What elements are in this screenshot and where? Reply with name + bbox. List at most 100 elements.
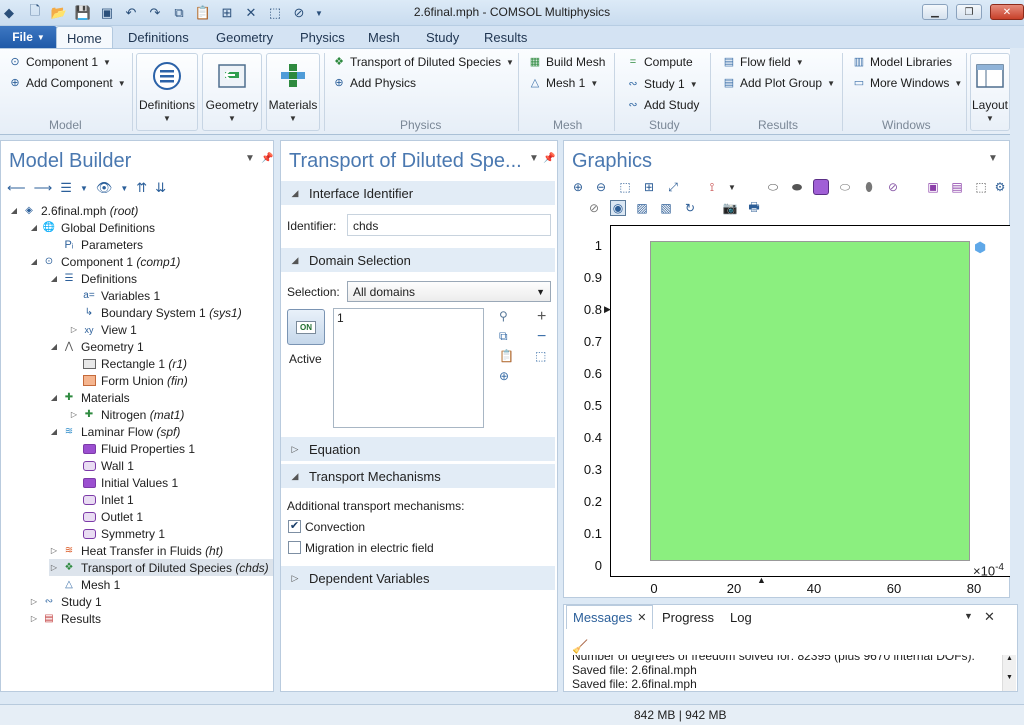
tree-node-global-definitions[interactable]: ◢ 🌐 Global Definitions: [29, 219, 155, 236]
axis-orientation-icon[interactable]: ⟟: [704, 179, 720, 195]
tree-node-study[interactable]: ▷ ∾ Study 1: [29, 593, 102, 610]
zoom-out-icon[interactable]: ⊖: [593, 179, 609, 195]
tab-geometry[interactable]: Geometry: [216, 30, 273, 45]
study-dropdown[interactable]: ∾ Study 1 ▼: [626, 77, 697, 91]
tree-node-variables[interactable]: a= Variables 1: [69, 287, 160, 304]
tree-node-results[interactable]: ▷ ▤ Results: [29, 610, 101, 627]
tree-node-geometry[interactable]: ◢ ⋀ Geometry 1: [49, 338, 144, 355]
definitions-ribbon-button[interactable]: Definitions ▼: [136, 53, 198, 131]
dependent-variables-section[interactable]: ▷ Dependent Variables: [281, 566, 555, 590]
pin-icon[interactable]: 📌: [261, 153, 273, 164]
pin-icon[interactable]: 📌: [543, 153, 555, 164]
transport-mechanisms-section[interactable]: ◢ Transport Mechanisms: [281, 464, 555, 488]
select-from-graphics-icon[interactable]: ⚲: [499, 309, 508, 323]
pane-menu-icon[interactable]: ▼: [964, 611, 973, 621]
tab-study[interactable]: Study: [426, 30, 459, 45]
pane-menu-icon[interactable]: ▼: [988, 153, 998, 164]
tab-physics[interactable]: Physics: [300, 30, 345, 45]
clear-messages-icon[interactable]: 🧹: [572, 639, 588, 655]
create-selection-icon[interactable]: ▣: [925, 179, 941, 195]
tab-log[interactable]: Log: [724, 605, 758, 629]
paste-selection-icon[interactable]: 📋: [499, 349, 514, 363]
tree-node-wall[interactable]: Wall 1: [69, 457, 134, 474]
copy-selection-icon[interactable]: ⧉: [499, 329, 508, 344]
tree-node-definitions[interactable]: ◢ ☰ Definitions: [49, 270, 137, 287]
expand-all-icon[interactable]: ⇈: [136, 180, 147, 196]
tree-node-component[interactable]: ◢ ⊙ Component 1 (comp1): [29, 253, 180, 270]
chevron-down-icon[interactable]: ▼: [724, 179, 740, 195]
hide-selected-icon[interactable]: ⊘: [885, 179, 901, 195]
geometry-ribbon-button[interactable]: Geometry ▼: [202, 53, 262, 131]
transport-physics-dropdown[interactable]: ❖ Transport of Diluted Species ▼: [332, 55, 514, 69]
collapse-toggle-icon[interactable]: ◢: [49, 393, 59, 402]
tree-node-heat-transfer[interactable]: ▷ ≋ Heat Transfer in Fluids (ht): [49, 542, 223, 559]
tree-node-initial-values[interactable]: Initial Values 1: [69, 474, 178, 491]
domain-rectangle[interactable]: [650, 241, 970, 561]
select-objects-icon[interactable]: ⬭: [765, 179, 781, 195]
maximize-button[interactable]: ❐: [956, 4, 982, 20]
more-windows-dropdown[interactable]: ▭ More Windows ▼: [852, 76, 962, 90]
messages-scrollbar[interactable]: ▲ ▼: [1002, 655, 1016, 691]
wireframe-icon[interactable]: ◉: [610, 200, 626, 216]
tree-node-parameters[interactable]: Pᵢ Parameters: [49, 236, 143, 253]
tree-node-root[interactable]: ◢ ◈ 2.6final.mph (root): [9, 202, 138, 219]
tab-definitions[interactable]: Definitions: [128, 30, 189, 45]
tree-node-transport-selected[interactable]: ▷ ❖ Transport of Diluted Species (chds): [49, 559, 273, 576]
close-window-button[interactable]: ✕: [990, 4, 1024, 20]
add-physics-button[interactable]: ⊕ Add Physics: [332, 76, 416, 90]
component-dropdown[interactable]: ⊙ Component 1 ▼: [8, 55, 111, 69]
tree-node-inlet[interactable]: Inlet 1: [69, 491, 134, 508]
select-edges-icon[interactable]: ⬭: [837, 179, 853, 195]
remove-selection-icon[interactable]: −: [537, 328, 546, 346]
transparency-icon[interactable]: ⊘: [586, 200, 602, 216]
show-icon[interactable]: 👁: [96, 180, 113, 196]
close-icon[interactable]: ✕: [637, 611, 646, 624]
clear-selection-icon[interactable]: ⬚: [535, 349, 546, 363]
equation-section[interactable]: ▷ Equation: [281, 437, 555, 461]
add-component-button[interactable]: ⊕ Add Component ▼: [8, 76, 125, 90]
pane-menu-icon[interactable]: ▼: [245, 153, 255, 164]
tree-node-boundary-system[interactable]: ↳ Boundary System 1 (sys1): [69, 304, 242, 321]
convection-checkbox[interactable]: ✔: [288, 520, 301, 533]
select-boundaries-icon[interactable]: [813, 179, 829, 195]
tree-node-rectangle[interactable]: Rectangle 1 (r1): [69, 355, 187, 372]
file-menu-button[interactable]: File ▼: [0, 26, 57, 48]
zoom-to-selection-icon[interactable]: ⊕: [499, 369, 509, 383]
zoom-extents-icon[interactable]: ⤢: [665, 179, 681, 195]
tree-node-view[interactable]: ▷ xy View 1: [69, 321, 137, 338]
materials-ribbon-button[interactable]: Materials ▼: [266, 53, 320, 131]
selection-list-item[interactable]: 1: [337, 311, 344, 325]
expand-toggle-icon[interactable]: ▷: [49, 546, 59, 555]
identifier-input[interactable]: chds: [347, 214, 551, 236]
pane-menu-icon[interactable]: ▼: [529, 153, 539, 164]
domain-selection-section[interactable]: ◢ Domain Selection: [281, 248, 555, 272]
tab-results[interactable]: Results: [484, 30, 527, 45]
scroll-up-icon[interactable]: ▲: [1003, 655, 1016, 662]
add-study-button[interactable]: ∾ Add Study: [626, 98, 699, 112]
render-icon[interactable]: ▨: [634, 200, 650, 216]
scene-light-icon[interactable]: ▧: [658, 200, 674, 216]
tab-progress[interactable]: Progress: [656, 605, 720, 629]
close-icon[interactable]: ✕: [984, 609, 995, 625]
tree-node-symmetry[interactable]: Symmetry 1: [69, 525, 165, 542]
mesh-dropdown[interactable]: △ Mesh 1 ▼: [528, 76, 599, 90]
collapse-toggle-icon[interactable]: ◢: [29, 257, 39, 266]
interface-identifier-section[interactable]: ◢ Interface Identifier: [281, 181, 555, 205]
active-toggle[interactable]: ON: [287, 309, 325, 345]
expand-toggle-icon[interactable]: ▷: [29, 597, 39, 606]
collapse-toggle-icon[interactable]: ◢: [49, 274, 59, 283]
tree-node-materials[interactable]: ◢ ✚ Materials: [49, 389, 130, 406]
chevron-down-icon[interactable]: ▼: [80, 184, 88, 193]
collapse-toggle-icon[interactable]: ◢: [49, 427, 59, 436]
select-domains-icon[interactable]: ⬬: [789, 179, 805, 195]
print-icon[interactable]: 🖶: [746, 200, 762, 216]
flow-field-dropdown[interactable]: ▤ Flow field ▼: [722, 55, 804, 69]
expand-toggle-icon[interactable]: ▷: [69, 410, 79, 419]
add-plot-group-button[interactable]: ▤ Add Plot Group ▼: [722, 76, 835, 90]
tree-node-laminar-flow[interactable]: ◢ ≋ Laminar Flow (spf): [49, 423, 180, 440]
tab-messages[interactable]: Messages ✕: [566, 605, 654, 629]
collapse-toggle-icon[interactable]: ◢: [9, 206, 19, 215]
select-points-icon[interactable]: ⬮: [861, 179, 877, 195]
zoom-in-icon[interactable]: ⊕: [570, 179, 586, 195]
expand-toggle-icon[interactable]: ▷: [49, 563, 59, 572]
